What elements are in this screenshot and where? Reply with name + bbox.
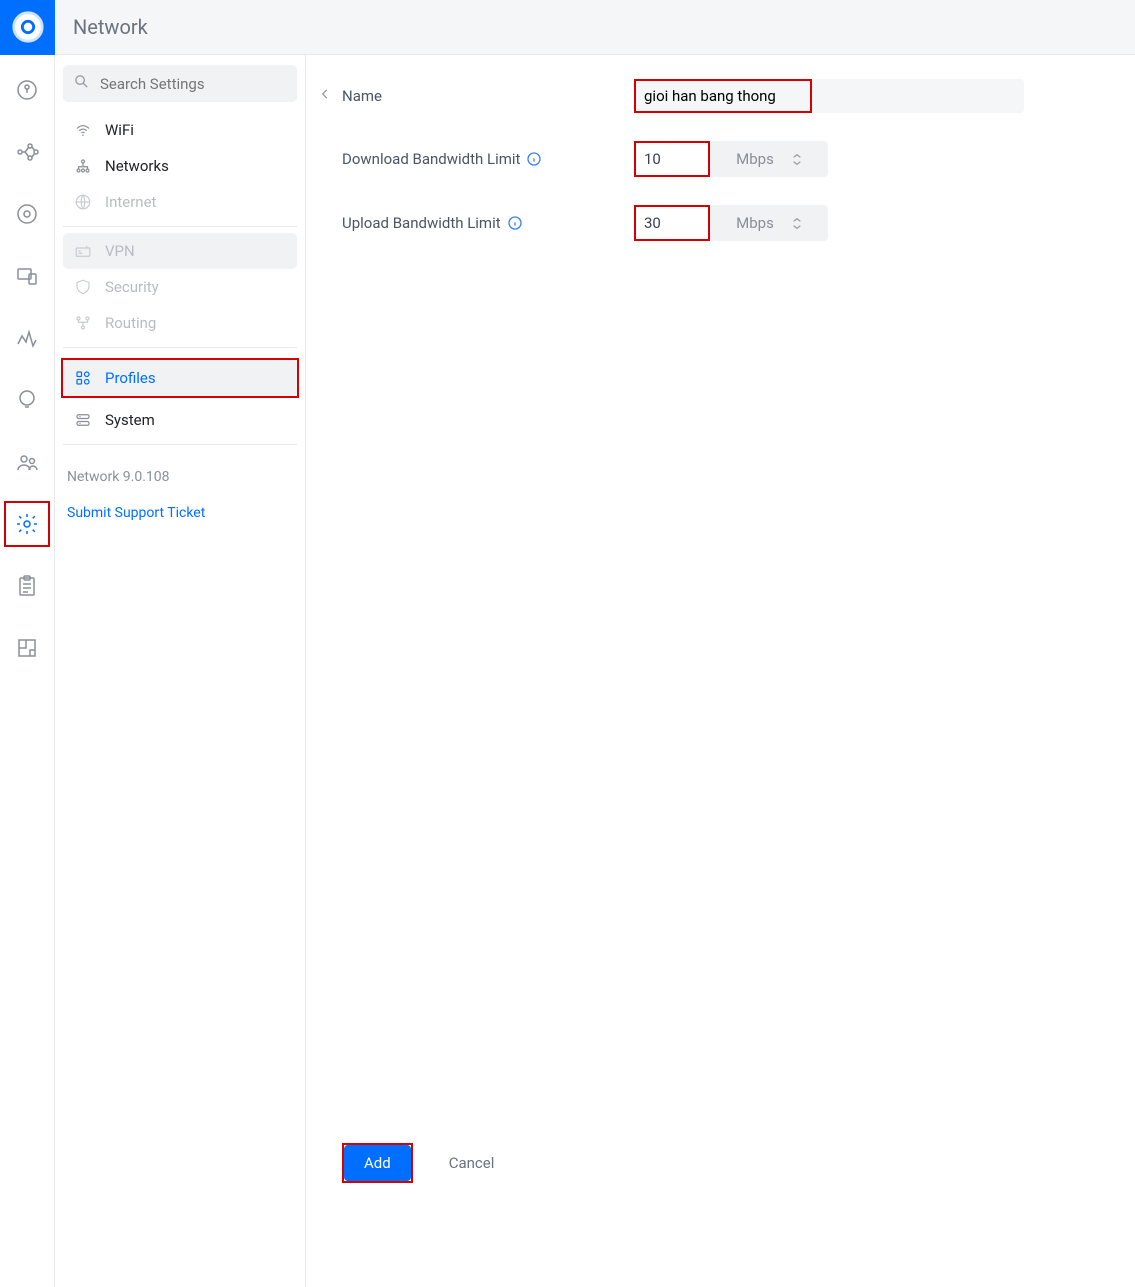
download-unit-selector[interactable]: Mbps — [710, 141, 828, 177]
nav-settings-icon[interactable] — [14, 511, 40, 537]
nav-devices-icon[interactable] — [14, 263, 40, 289]
profiles-icon — [73, 369, 93, 387]
nav-dashboard-icon[interactable] — [14, 77, 40, 103]
iconbar — [0, 55, 55, 1287]
profiles-highlight: Profiles — [61, 358, 299, 398]
nav-graph-icon[interactable] — [14, 325, 40, 351]
networks-icon — [73, 157, 93, 175]
sidebar-item-security[interactable]: Security — [63, 269, 297, 305]
support-ticket-link[interactable]: Submit Support Ticket — [67, 505, 293, 521]
name-input-wrap — [634, 79, 1024, 113]
sidebar-item-routing[interactable]: Routing — [63, 305, 297, 341]
info-icon[interactable] — [526, 151, 542, 167]
sidebar-item-label: Internet — [105, 193, 156, 211]
nav-clipboard-icon[interactable] — [14, 573, 40, 599]
topbar: Network — [0, 0, 1135, 55]
divider — [63, 226, 297, 227]
sidebar-item-label: WiFi — [105, 121, 134, 139]
name-row: Name — [342, 79, 1115, 113]
search-input[interactable] — [100, 75, 287, 93]
page-title: Network — [73, 15, 148, 39]
vpn-icon — [73, 242, 93, 260]
nav-floorplan-icon[interactable] — [14, 635, 40, 661]
sidebar-item-system[interactable]: System — [63, 402, 297, 438]
footer-actions: Add Cancel — [342, 1143, 494, 1183]
system-icon — [73, 411, 93, 429]
unit-label: Mbps — [736, 150, 774, 168]
divider — [63, 444, 297, 445]
wifi-icon — [73, 121, 93, 139]
sidebar-item-label: Profiles — [105, 369, 156, 387]
back-button[interactable] — [314, 83, 336, 105]
routing-icon — [73, 314, 93, 332]
nav-target-icon[interactable] — [14, 201, 40, 227]
version-text: Network 9.0.108 — [67, 469, 293, 485]
nav-users-icon[interactable] — [14, 449, 40, 475]
sidebar-item-profiles[interactable]: Profiles — [63, 360, 297, 396]
search-row[interactable] — [63, 65, 297, 102]
name-input[interactable] — [636, 81, 810, 111]
cancel-button[interactable]: Cancel — [449, 1154, 495, 1172]
upload-unit-selector[interactable]: Mbps — [710, 205, 828, 241]
stepper-icon[interactable] — [792, 217, 802, 230]
upload-row: Upload Bandwidth Limit Mbps — [342, 205, 1115, 241]
sidebar-item-internet[interactable]: Internet — [63, 184, 297, 220]
sidebar-item-label: Security — [105, 278, 159, 296]
sidebar-item-vpn[interactable]: VPN — [63, 233, 297, 269]
upload-value-highlight — [634, 205, 710, 241]
nav-settings-highlight — [4, 501, 50, 547]
download-value-highlight — [634, 141, 710, 177]
upload-input[interactable] — [636, 214, 708, 232]
info-icon[interactable] — [507, 215, 523, 231]
app-logo[interactable] — [0, 0, 55, 55]
unit-label: Mbps — [736, 214, 774, 232]
settings-sidebar: WiFi Networks Internet VPN Security Rout… — [55, 55, 306, 1287]
stepper-icon[interactable] — [792, 153, 802, 166]
sidebar-item-label: Networks — [105, 157, 169, 175]
download-label: Download Bandwidth Limit — [342, 150, 520, 168]
sidebar-item-wifi[interactable]: WiFi — [63, 112, 297, 148]
sidebar-item-networks[interactable]: Networks — [63, 148, 297, 184]
globe-icon — [73, 193, 93, 211]
nav-bulb-icon[interactable] — [14, 387, 40, 413]
download-row: Download Bandwidth Limit Mbps — [342, 141, 1115, 177]
content-panel: Name Download Bandwidth Limit — [306, 55, 1135, 1287]
nav-topology-icon[interactable] — [14, 139, 40, 165]
search-icon — [73, 73, 90, 94]
name-highlight — [634, 79, 812, 113]
sidebar-item-label: VPN — [105, 242, 135, 260]
upload-label: Upload Bandwidth Limit — [342, 214, 501, 232]
add-button[interactable]: Add — [344, 1145, 411, 1181]
sidebar-item-label: Routing — [105, 314, 156, 332]
name-label: Name — [342, 87, 382, 105]
divider — [63, 347, 297, 348]
sidebar-item-label: System — [105, 411, 155, 429]
download-input[interactable] — [636, 150, 708, 168]
shield-icon — [73, 278, 93, 296]
add-highlight: Add — [342, 1143, 413, 1183]
